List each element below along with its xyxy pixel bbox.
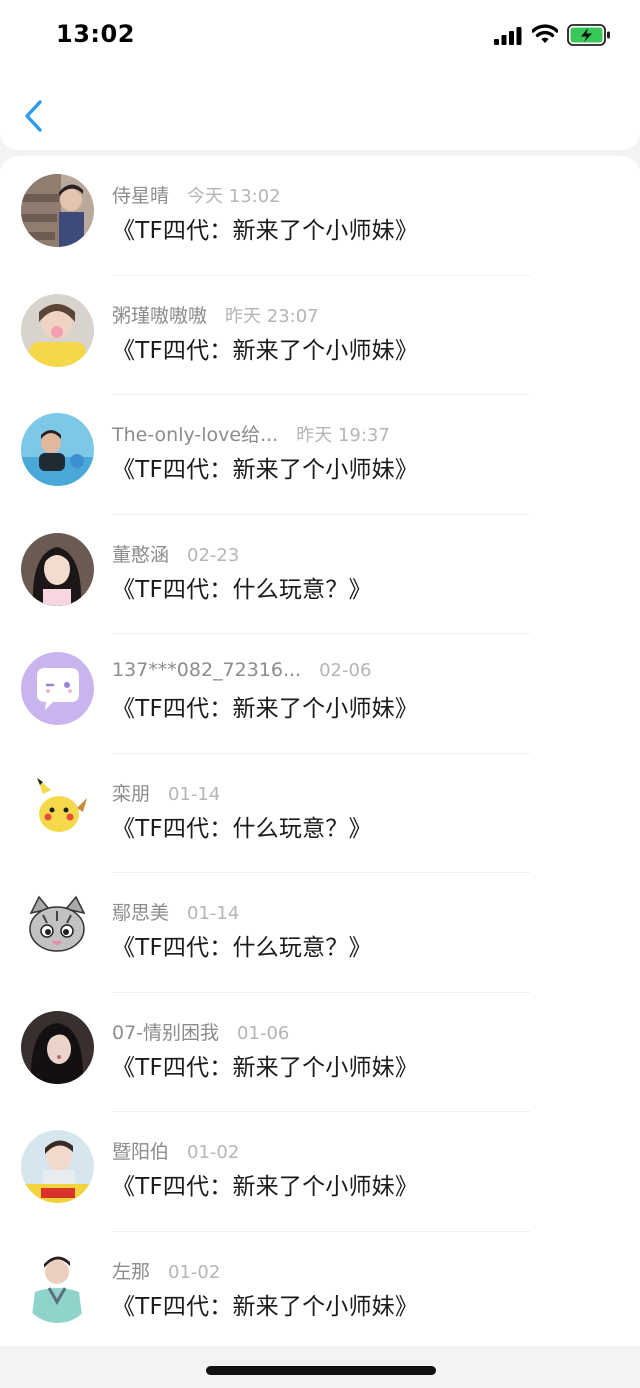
sender-name: 粥瑾嗷嗷嗷	[112, 304, 208, 327]
sender-line: 栾朋 01-14	[112, 779, 220, 806]
list-item[interactable]: 侍星晴 今天 13:02 《TF四代：新来了个小师妹》	[0, 156, 640, 276]
list-item[interactable]: 董憨涵 02-23 《TF四代：什么玩意？》	[0, 515, 640, 634]
sender-name: 左那	[112, 1260, 151, 1283]
sender-line: 07-情别困我 01-06	[112, 1018, 289, 1045]
sender-line: 侍星晴 今天 13:02	[112, 181, 281, 208]
timestamp: 今天 13:02	[187, 186, 281, 207]
message-text: 《TF四代：什么玩意？》	[112, 576, 372, 603]
wifi-icon	[532, 24, 558, 43]
list-item[interactable]: 左那 01-02 《TF四代：新来了个小师妹》	[0, 1232, 640, 1347]
home-indicator[interactable]	[206, 1366, 436, 1375]
sender-name: 鄢思美	[112, 902, 170, 924]
timestamp: 昨天 19:37	[296, 425, 390, 446]
sender-line: 鄢思美 01-14	[112, 898, 239, 925]
message-text: 《TF四代：新来了个小师妹》	[112, 1293, 419, 1320]
avatar[interactable]	[21, 652, 94, 725]
list-item[interactable]: 137***082_72316... 02-06 《TF四代：新来了个小师妹》	[0, 634, 640, 754]
sender-line: 粥瑾嗷嗷嗷 昨天 23:07	[112, 301, 319, 328]
sender-name: 暨阳伯	[112, 1141, 170, 1163]
message-text: 《TF四代：新来了个小师妹》	[112, 337, 419, 364]
avatar[interactable]	[21, 771, 94, 845]
sender-line: 董憨涵 02-23	[112, 540, 239, 567]
message-text: 《TF四代：新来了个小师妹》	[112, 218, 419, 244]
timestamp: 02-23	[187, 544, 240, 566]
navigation-bar	[0, 70, 640, 150]
status-bar: 13:02	[0, 0, 640, 70]
avatar[interactable]	[21, 1010, 94, 1084]
timestamp: 昨天 23:07	[225, 305, 319, 327]
chevron-left-icon	[25, 100, 42, 132]
list-item[interactable]: 暨阳伯 01-02 《TF四代：新来了个小师妹》	[0, 1112, 640, 1232]
list-item[interactable]: 鄢思美 01-14 《TF四代：什么玩意？》	[0, 873, 640, 993]
message-text: 《TF四代：新来了个小师妹》	[112, 696, 419, 722]
timestamp: 02-06	[319, 660, 372, 681]
list-item[interactable]: 07-情别困我 01-06 《TF四代：新来了个小师妹》	[0, 993, 640, 1112]
avatar[interactable]	[21, 532, 94, 606]
message-text: 《TF四代：什么玩意？》	[112, 815, 372, 842]
avatar[interactable]	[21, 891, 94, 964]
timestamp: 01-02	[187, 1142, 240, 1163]
sender-line: 左那 01-02	[112, 1257, 220, 1284]
sender-name: The-only-love给...	[112, 424, 279, 446]
sender-name: 137***082_72316...	[112, 659, 302, 681]
signal-icon	[494, 27, 522, 45]
timestamp: 01-06	[237, 1022, 290, 1044]
notification-list: 侍星晴 今天 13:02 《TF四代：新来了个小师妹》 粥瑾嗷嗷嗷 昨天 23:07…	[0, 156, 640, 1346]
avatar[interactable]	[21, 1249, 94, 1323]
message-text: 《TF四代：什么玩意？》	[112, 935, 372, 961]
timestamp: 01-02	[168, 1261, 221, 1283]
list-item[interactable]: The-only-love给... 昨天 19:37 《TF四代：新来了个小师妹》	[0, 395, 640, 515]
timestamp: 01-14	[168, 783, 221, 805]
back-button[interactable]	[18, 96, 52, 136]
message-text: 《TF四代：新来了个小师妹》	[112, 457, 419, 483]
list-item[interactable]: 栾朋 01-14 《TF四代：什么玩意？》	[0, 754, 640, 873]
sender-name: 栾朋	[112, 782, 151, 805]
avatar[interactable]	[21, 1130, 94, 1203]
avatar[interactable]	[21, 293, 94, 367]
timestamp: 01-14	[187, 903, 240, 924]
sender-line: 137***082_72316... 02-06	[112, 659, 371, 681]
battery-charging-icon	[567, 24, 610, 46]
sender-line: The-only-love给... 昨天 19:37	[112, 420, 390, 447]
status-time: 13:02	[56, 20, 135, 48]
message-text: 《TF四代：新来了个小师妹》	[112, 1174, 419, 1200]
sender-name: 07-情别困我	[112, 1021, 220, 1044]
avatar[interactable]	[21, 413, 94, 486]
avatar[interactable]	[21, 174, 94, 247]
message-text: 《TF四代：新来了个小师妹》	[112, 1054, 419, 1081]
sender-line: 暨阳伯 01-02	[112, 1137, 239, 1164]
sender-name: 董憨涵	[112, 543, 170, 566]
list-item[interactable]: 粥瑾嗷嗷嗷 昨天 23:07 《TF四代：新来了个小师妹》	[0, 276, 640, 395]
sender-name: 侍星晴	[112, 185, 170, 207]
